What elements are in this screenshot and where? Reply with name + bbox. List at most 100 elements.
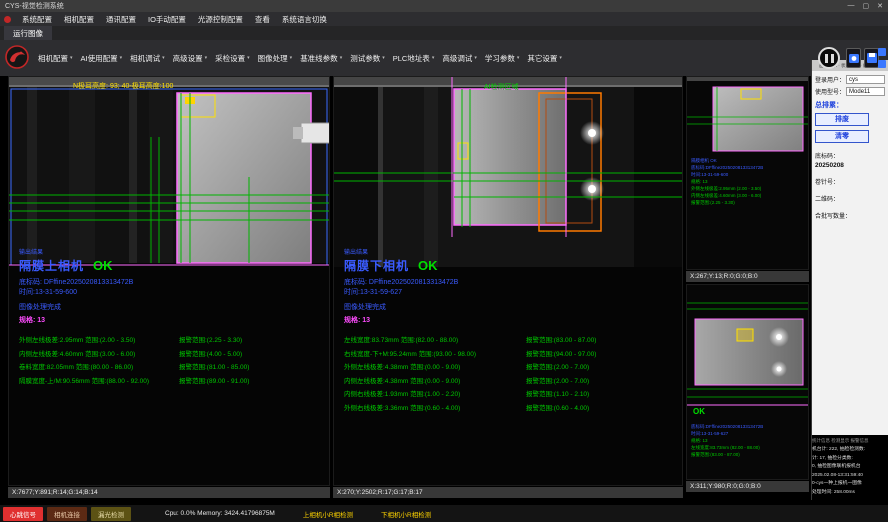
time-text: 时间:13-31-59-627 — [344, 288, 676, 298]
alarm-range-text: 报警范围:(4.00 - 5.00) — [179, 348, 242, 362]
clear-button[interactable]: 清零 — [815, 130, 869, 143]
tool-other-settings[interactable]: 其它设置▾ — [523, 50, 566, 67]
login-user-label: 登录用户： — [815, 75, 845, 84]
small-camera-view-top[interactable]: 隔膜相机 OK 底标码:DFffine2025020813313472B 时间:… — [686, 76, 809, 270]
menu-light-control-config[interactable]: 光源控制配置 — [192, 14, 249, 25]
alarm-range-text: 报警范围:(2.25 - 3.30) — [179, 334, 242, 348]
measurement-text: 外侧左线极差:4.38mm 范围:(0.00 - 9.00) — [344, 361, 526, 375]
app-window: CYS-视觉检测系统 — ▢ ✕ 系统配置 相机配置 通讯配置 IO手动配置 光… — [0, 0, 888, 522]
time-text: 时间:13-31-59-600 — [19, 288, 323, 298]
small-view-line: 底标码:DFffine2025020813313472B — [691, 164, 806, 171]
app-mini-logo-icon — [4, 16, 11, 23]
small-top-pixel-coordinate-bar: X:267;Y:13;R:0;G:0;B:0 — [686, 271, 809, 282]
minimize-button[interactable]: — — [848, 2, 855, 10]
tool-camera-debug[interactable]: 相机调试▾ — [126, 50, 169, 67]
right-result-block: 输出结果 隔膜下相机 OK 底标码: DFffine20250208133134… — [344, 247, 676, 415]
tabbar: 运行图像 — [0, 26, 888, 40]
camera-capture-icon-button[interactable] — [846, 48, 861, 68]
tool-advanced-settings[interactable]: 高级设置▾ — [169, 50, 212, 67]
measurement-row: 内侧右线极差:1.93mm 范围:(1.00 - 2.20)报警范围:(1.10… — [344, 388, 676, 402]
maximize-button[interactable]: ▢ — [863, 2, 870, 10]
chevron-down-icon: ▾ — [247, 55, 250, 61]
top-camera-mode-label: 上相机小R相检测 — [303, 509, 353, 519]
batch-count-label: 合批写数量： — [815, 211, 885, 220]
tool-learning-params[interactable]: 学习参数▾ — [481, 50, 524, 67]
right-pixel-coordinate-bar: X:270;Y:2502;R:17;G:17;B:17 — [333, 487, 683, 498]
reject-button[interactable]: 排废 — [815, 113, 869, 126]
statistics-line: 0, 抽检图像联机报机台 — [812, 463, 888, 472]
tool-test-params[interactable]: 测试参数▾ — [346, 50, 389, 67]
menu-system-config[interactable]: 系统配置 — [16, 14, 58, 25]
result-caption: 输出结果 — [19, 247, 323, 256]
winding-pin-label: 卷针号： — [815, 177, 885, 186]
chevron-down-icon: ▾ — [70, 55, 73, 61]
menu-view[interactable]: 查看 — [249, 14, 276, 25]
status-ok-badge: OK — [93, 258, 113, 273]
small-view-line: 时间:13-31-59-627 — [691, 430, 806, 437]
panel-toggle-icon-bottom[interactable] — [878, 60, 886, 68]
pause-icon — [831, 54, 834, 63]
small-camera-view-bottom[interactable]: OK 底标码:DFffine2025020813313472B 时间:13-31… — [686, 284, 809, 480]
small-view-line: 时间:13-31-59-600 — [691, 171, 806, 178]
measurement-row: 外侧右线极差:3.36mm 范围:(0.60 - 4.00)报警范围:(0.60… — [344, 402, 676, 416]
tool-advanced-debug[interactable]: 高级调试▾ — [438, 50, 481, 67]
chevron-down-icon: ▾ — [382, 55, 385, 61]
login-user-field[interactable]: cys — [846, 75, 885, 84]
cpu-memory-readout: Cpu: 0.0% Memory: 3424.41796875M — [165, 510, 275, 517]
right-camera-view[interactable]: AI检测区域 输出结果 隔膜下相机 OK 底标码: DFffine2025020… — [333, 76, 683, 486]
measurement-text: 内侧左线极差:4.60mm 范围:(3.00 - 6.00) — [19, 348, 179, 362]
pause-button[interactable] — [818, 47, 840, 69]
menu-comm-config[interactable]: 通讯配置 — [100, 14, 142, 25]
statistics-header: 统计信息 检测显示 报警信息 — [812, 438, 888, 444]
total-reject-label: 总排累： — [815, 100, 885, 110]
barcode-text: 底标码: DFffine2025020813313472B — [19, 278, 323, 288]
left-camera-view[interactable]: N极耳高度: 93; 40-极耳高度:100 输出结果 隔膜上相机 OK 底标码… — [8, 76, 330, 486]
model-field[interactable]: Mode11 — [846, 87, 885, 96]
spec-text: 规格: 13 — [344, 315, 676, 325]
tool-camera-config[interactable]: 相机配置▾ — [34, 50, 77, 67]
tool-plc-address-table[interactable]: PLC地址表▾ — [389, 50, 439, 67]
alarm-range-text: 报警范围:(94.00 - 97.00) — [526, 348, 596, 362]
alarm-range-text: 报警范围:(0.60 - 4.00) — [526, 402, 589, 416]
tool-capture-settings[interactable]: 采检设置▾ — [211, 50, 254, 67]
menu-io-manual-config[interactable]: IO手动配置 — [142, 14, 192, 25]
alarm-range-text: 报警范围:(2.00 - 7.00) — [526, 361, 589, 375]
small-view-line: 规格: 13 — [691, 178, 806, 185]
small-view-line: 外侧左线极差:2.95mm (2.00 - 3.50) — [691, 185, 806, 192]
alarm-range-text: 报警范围:(81.00 - 85.00) — [179, 361, 249, 375]
menu-camera-config[interactable]: 相机配置 — [58, 14, 100, 25]
measurement-text: 内侧左线极差:4.38mm 范围:(0.00 - 9.00) — [344, 375, 526, 389]
panel-toggle-icon-top[interactable] — [878, 48, 886, 56]
menu-language-switch[interactable]: 系统语言切换 — [276, 14, 333, 25]
chevron-down-icon: ▾ — [559, 55, 562, 61]
model-label: 使用型号： — [815, 87, 845, 96]
camera-link-indicator[interactable]: 相机连接 — [47, 507, 87, 521]
menubar: 系统配置 相机配置 通讯配置 IO手动配置 光源控制配置 查看 系统语言切换 — [0, 12, 888, 26]
process-done-text: 图像处理完成 — [344, 302, 676, 312]
status-ok-badge: OK — [418, 258, 438, 273]
measurement-row: 右线宽度-下+M:95.24mm 范围:(93.00 - 98.00)报警范围:… — [344, 348, 676, 362]
bottom-camera-mode-label: 下相机小R相检测 — [381, 509, 431, 519]
tab-run-image[interactable]: 运行图像 — [4, 26, 52, 41]
small-view-line: 报警范围:(83.00 - 87.00) — [691, 451, 806, 458]
chevron-down-icon: ▾ — [474, 55, 477, 61]
statistics-line: 计: 17, 抽检分类数: — [812, 455, 888, 464]
chevron-down-icon: ▾ — [432, 55, 435, 61]
barcode-label: 底标码： — [815, 151, 885, 160]
heartbeat-indicator-button[interactable]: 心跳信号 — [3, 507, 43, 521]
toolbar-buttons: 相机配置▾ AI使用配置▾ 相机调试▾ 高级设置▾ 采检设置▾ 图像处理▾ 基准… — [34, 40, 566, 76]
qr-code-label: 二维码： — [815, 194, 885, 203]
tool-image-processing[interactable]: 图像处理▾ — [254, 50, 297, 67]
measurement-row: 外侧左线极差:2.95mm 范围:(2.00 - 3.50)报警范围:(2.25… — [19, 334, 323, 348]
light-leak-indicator[interactable]: 漏光检测 — [91, 507, 131, 521]
alarm-range-text: 报警范围:(89.00 - 91.00) — [179, 375, 249, 389]
tool-baseline-params[interactable]: 基准线参数▾ — [296, 50, 346, 67]
statusbar: 心跳信号 相机连接 漏光检测 Cpu: 0.0% Memory: 3424.41… — [0, 505, 888, 522]
left-result-block: 输出结果 隔膜上相机 OK 底标码: DFffine20250208133134… — [19, 247, 323, 388]
small-view-line: 规格: 13 — [691, 437, 806, 444]
close-button[interactable]: ✕ — [877, 2, 883, 10]
tool-ai-config[interactable]: AI使用配置▾ — [77, 50, 127, 67]
image-save-icon-button[interactable] — [864, 48, 879, 68]
app-logo-icon — [4, 44, 30, 75]
chevron-down-icon: ▾ — [290, 55, 293, 61]
